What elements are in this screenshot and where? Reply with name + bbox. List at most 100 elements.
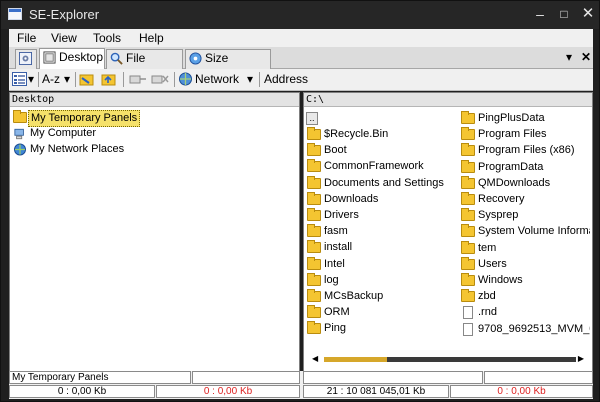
toolbar-separator	[75, 72, 76, 87]
menu-bar: File View Tools Help	[9, 29, 593, 47]
folder-icon	[461, 273, 475, 286]
toolbar-separator	[38, 72, 39, 87]
folder-icon	[307, 272, 321, 286]
list-item[interactable]: Recovery	[460, 192, 590, 208]
disconnect-drive-icon[interactable]	[151, 72, 169, 86]
window-title: SE-Explorer	[29, 7, 100, 22]
minimize-button[interactable]: –	[529, 5, 551, 23]
list-item[interactable]: Program Files (x86)	[460, 143, 590, 159]
list-item[interactable]: Users	[460, 256, 590, 273]
list-item[interactable]: Sysprep	[460, 208, 590, 224]
list-item[interactable]: My Network Places	[12, 142, 192, 158]
sort-dropdown-icon[interactable]: ▾	[64, 71, 70, 89]
close-window-button[interactable]: ✕	[577, 5, 599, 23]
list-item[interactable]: Downloads	[306, 191, 456, 208]
list-item[interactable]: ORM	[306, 305, 456, 321]
tab-file-search[interactable]: File Search	[106, 49, 183, 82]
list-item[interactable]: My Temporary Panels	[12, 110, 192, 127]
list-item[interactable]: Drivers	[306, 208, 456, 224]
folder-icon	[461, 224, 475, 238]
list-item-label: QMDownloads	[478, 176, 551, 189]
list-item[interactable]: QMDownloads	[460, 175, 590, 192]
tab-size-scanner[interactable]: Size Scanner	[185, 49, 271, 82]
menu-tools[interactable]: Tools	[93, 31, 121, 45]
list-item[interactable]: install	[306, 240, 456, 256]
list-item-label: Drivers	[324, 209, 359, 221]
address-label[interactable]: Address	[264, 71, 308, 89]
folder-icon	[461, 175, 475, 189]
right-status-count: 21 : 10 081 045,01 Kb	[303, 385, 449, 398]
folder-icon	[461, 143, 475, 157]
network-button[interactable]: Network	[195, 71, 239, 89]
tab-desktop[interactable]: Desktop	[39, 48, 105, 69]
network-icon	[14, 143, 26, 156]
menu-file[interactable]: File	[17, 31, 36, 45]
left-status-count: 0 : 0,00 Kb	[9, 385, 155, 398]
list-item[interactable]: Windows	[460, 273, 590, 289]
list-item[interactable]: Program Files	[460, 127, 590, 143]
list-item[interactable]: CommonFramework	[306, 159, 456, 175]
list-item-label: My Network Places	[30, 143, 125, 155]
list-item[interactable]: Ping	[306, 321, 456, 337]
folder-icon	[461, 159, 475, 173]
sort-button[interactable]: A-z	[42, 71, 60, 89]
folder-icon	[307, 256, 321, 270]
list-item-label: Program Files (x86)	[478, 144, 575, 157]
list-item-label: My Temporary Panels	[28, 110, 141, 127]
list-item[interactable]: log	[306, 272, 456, 289]
folder-icon	[307, 240, 321, 254]
view-mode-icon[interactable]	[12, 72, 27, 86]
view-mode-dropdown[interactable]: ▾	[28, 71, 34, 89]
list-item-label: PingPlusData	[478, 112, 545, 124]
list-item-label: Program Files	[478, 128, 547, 141]
right-status-selected: 0 : 0,00 Kb	[450, 385, 593, 398]
menu-help[interactable]: Help	[139, 31, 164, 45]
maximize-button[interactable]: □	[553, 5, 575, 23]
list-item[interactable]: Documents and Settings	[306, 175, 456, 192]
list-item[interactable]: tem	[460, 240, 590, 257]
folder-icon	[461, 289, 475, 303]
close-tab-button[interactable]: ✕	[581, 50, 591, 64]
list-item[interactable]: My Computer	[12, 126, 192, 142]
list-item[interactable]: PingPlusData	[460, 111, 590, 127]
list-item[interactable]: fasm	[306, 224, 456, 240]
folder-icon	[307, 127, 321, 140]
menu-view[interactable]: View	[51, 31, 77, 45]
folder-icon	[461, 192, 475, 205]
horizontal-scrollbar[interactable]: ◀ ▶	[312, 355, 584, 363]
scroll-right-icon[interactable]: ▶	[578, 355, 584, 363]
tab-list-dropdown-button[interactable]: ▾	[566, 50, 572, 64]
scroll-thumb[interactable]	[324, 357, 387, 362]
title-bar: SE-Explorer – □ ✕	[1, 1, 599, 29]
tab-settings[interactable]	[15, 49, 37, 69]
list-item[interactable]: $Recycle.Bin	[306, 127, 456, 143]
computer-icon	[14, 128, 24, 140]
list-item[interactable]: zbd	[460, 289, 590, 305]
parent-directory-item[interactable]: ..	[306, 111, 322, 127]
folder-icon	[461, 240, 475, 254]
map-drive-icon[interactable]	[129, 72, 147, 86]
scroll-track[interactable]	[324, 357, 576, 362]
list-item-label: fasm	[324, 225, 348, 238]
folder-icon	[461, 111, 475, 124]
folder-open-icon[interactable]	[79, 72, 94, 86]
status-bar: My Temporary Panels 0 : 0,00 Kb 0 : 0,00…	[9, 371, 593, 399]
list-item[interactable]: Boot	[306, 143, 456, 159]
tab-bar: Desktop File Search Size Scanner ▾ ✕	[9, 47, 593, 82]
list-item[interactable]: MCsBackup	[306, 289, 456, 305]
list-item-label: tem	[478, 241, 497, 254]
scroll-left-icon[interactable]: ◀	[312, 355, 318, 363]
disk-icon	[189, 52, 202, 65]
left-status-name: My Temporary Panels	[9, 371, 191, 384]
gear-icon	[19, 52, 32, 65]
network-dropdown-icon[interactable]: ▾	[247, 71, 253, 89]
list-item[interactable]: .rnd	[460, 305, 590, 321]
folder-icon	[13, 110, 27, 123]
list-item[interactable]: 9708_9692513_MVM_0.t	[460, 322, 590, 338]
folder-icon	[307, 321, 321, 335]
list-item[interactable]: Intel	[306, 256, 456, 273]
right-panel-path: C:\	[304, 93, 592, 107]
list-item[interactable]: ProgramData	[460, 159, 590, 176]
folder-up-icon[interactable]	[101, 72, 116, 86]
list-item[interactable]: System Volume Informati	[460, 224, 590, 240]
